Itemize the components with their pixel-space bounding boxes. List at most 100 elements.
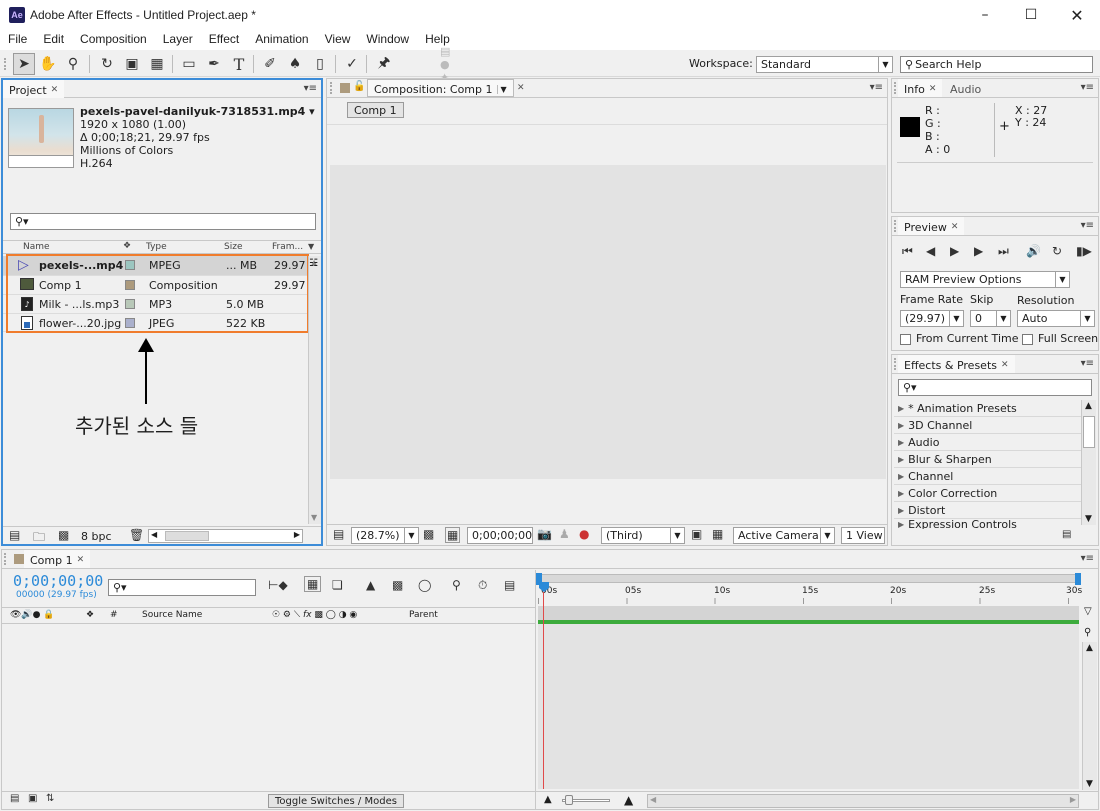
work-area-bar[interactable] xyxy=(536,573,1081,585)
column-size[interactable]: Size xyxy=(224,242,242,252)
close-icon[interactable]: ✕ xyxy=(929,84,937,94)
effects-scrollbar[interactable]: ▲ ▼ xyxy=(1081,400,1096,525)
tab-project[interactable]: Project ✕ xyxy=(3,80,65,98)
scroll-up-icon[interactable]: ▲ xyxy=(1086,643,1093,653)
close-icon[interactable]: ✕ xyxy=(77,555,85,565)
timeline-panel-icon[interactable]: ⚲ xyxy=(1084,627,1091,638)
panel-menu-icon[interactable]: ▾≡ xyxy=(870,82,883,93)
lock-icon[interactable]: 🔓 xyxy=(353,81,365,92)
menu-file[interactable]: File xyxy=(0,30,35,50)
layer-switches-pane-icon[interactable]: ▤ xyxy=(10,793,19,804)
snapshot-camera-icon[interactable]: 📷 xyxy=(537,527,552,541)
loop-icon[interactable]: ↻ xyxy=(1052,244,1062,258)
composition-mini-flowchart-icon[interactable]: ⊢◆ xyxy=(268,578,288,592)
scroll-down-icon[interactable]: ▼ xyxy=(311,513,317,522)
effect-category[interactable]: ▶ Color Correction xyxy=(894,485,1081,502)
column-number[interactable]: # xyxy=(110,610,118,620)
frame-rate-dropdown[interactable]: (29.97) ▼ xyxy=(900,310,964,327)
hide-shy-layers-icon[interactable]: ❏ xyxy=(332,578,343,592)
frame-blending-icon[interactable]: ▲ xyxy=(366,578,375,592)
transfer-controls-pane-icon[interactable]: ▣ xyxy=(28,793,37,804)
region-of-interest-icon[interactable]: ▣ xyxy=(691,527,702,541)
brainstorm-icon[interactable]: ◯ xyxy=(418,578,431,592)
transparency-grid-icon[interactable]: ▦ xyxy=(712,527,723,541)
close-icon[interactable]: ✕ xyxy=(951,222,959,232)
in-out-pane-icon[interactable]: ⇅ xyxy=(46,793,54,804)
search-help-field[interactable]: ⚲ Search Help xyxy=(900,56,1093,73)
flowchart-icon[interactable]: ☷ xyxy=(309,258,318,269)
scroll-left-icon[interactable]: ◀ xyxy=(151,530,157,539)
switches-icons[interactable]: ☉ ⚙ ⟍ fx ▩ ◯ ◑ ◉ xyxy=(272,610,357,620)
maximize-button[interactable]: ☐ xyxy=(1008,0,1054,30)
toolbar-grip-icon[interactable] xyxy=(4,58,10,70)
brush-tool-icon[interactable]: ✐ xyxy=(259,53,281,75)
stopwatch-icon[interactable]: ⏱ xyxy=(478,578,487,593)
previous-frame-icon[interactable]: ◀ xyxy=(926,244,935,258)
scroll-thumb[interactable] xyxy=(1083,416,1095,448)
timeline-track-area[interactable] xyxy=(538,624,1079,789)
tab-timeline-comp[interactable]: Comp 1 ✕ xyxy=(24,550,91,568)
expand-arrow-icon[interactable]: ▶ xyxy=(898,472,904,481)
effect-category[interactable]: ▶ Audio xyxy=(894,434,1081,451)
safe-zones-icon[interactable]: ▩ xyxy=(423,527,434,541)
draft-3d-icon[interactable]: ▦ xyxy=(304,576,322,592)
scroll-up-icon[interactable]: ▲ xyxy=(1085,401,1092,411)
camera-view-dropdown[interactable]: Active Camera ▼ xyxy=(733,527,835,544)
zoom-in-icon[interactable]: ▲ xyxy=(624,793,633,807)
zoom-tool-icon[interactable]: ⚲ xyxy=(62,53,84,75)
camera-tool-icon[interactable]: ▣ xyxy=(121,53,143,75)
column-frame-rate[interactable]: Fram... xyxy=(272,242,303,252)
new-folder-icon[interactable]: ▤ xyxy=(1062,529,1071,540)
close-icon[interactable]: ✕ xyxy=(51,85,59,95)
always-preview-icon[interactable]: ▤ xyxy=(333,527,344,541)
motion-blur-icon[interactable]: ▩ xyxy=(392,578,403,592)
zoom-out-icon[interactable]: ▲ xyxy=(544,794,552,805)
av-features-icons[interactable]: 👁🔊● 🔒 xyxy=(10,610,55,620)
preview-resolution-dropdown[interactable]: Auto ▼ xyxy=(1017,310,1095,327)
current-time-display[interactable]: 0;00;00;00 xyxy=(13,572,103,590)
timeline-vertical-scrollbar[interactable]: ▲ ▼ xyxy=(1082,642,1097,790)
expand-arrow-icon[interactable]: ▶ xyxy=(898,520,904,529)
toggle-mask-visibility-icon[interactable]: ▦ xyxy=(445,527,461,543)
selection-tool-icon[interactable]: ➤ xyxy=(13,53,35,75)
trash-icon[interactable]: 🗑 xyxy=(129,528,144,542)
expand-arrow-icon[interactable]: ▶ xyxy=(898,438,904,447)
first-frame-icon[interactable]: ⏮ xyxy=(902,244,913,259)
workspace-dropdown[interactable]: Standard ▼ xyxy=(756,56,893,73)
zoom-slider-thumb[interactable] xyxy=(565,795,573,805)
panel-menu-icon[interactable]: ▾≡ xyxy=(1081,358,1094,369)
expand-arrow-icon[interactable]: ▶ xyxy=(898,455,904,464)
current-time-field[interactable]: 0;00;00;00 xyxy=(467,527,533,544)
interpret-footage-icon[interactable]: ▤ xyxy=(9,528,20,542)
mute-audio-icon[interactable]: 🔊 xyxy=(1026,244,1041,258)
label-tag-icon[interactable]: ❖ xyxy=(123,241,131,251)
tab-preview[interactable]: Preview ✕ xyxy=(898,217,965,235)
menu-window[interactable]: Window xyxy=(358,30,417,50)
scroll-thumb[interactable] xyxy=(165,531,209,541)
panel-grip-icon[interactable] xyxy=(330,82,336,94)
scroll-down-icon[interactable]: ▼ xyxy=(1085,514,1092,524)
panel-grip-icon[interactable] xyxy=(4,553,10,565)
panel-menu-icon[interactable]: ▾≡ xyxy=(1081,553,1094,564)
column-source-name[interactable]: Source Name xyxy=(142,610,202,620)
tab-audio[interactable]: Audio xyxy=(944,79,987,97)
scroll-down-icon[interactable]: ▼ xyxy=(1086,779,1093,789)
skip-dropdown[interactable]: 0 ▼ xyxy=(970,310,1011,327)
column-parent[interactable]: Parent xyxy=(409,610,438,620)
effect-category[interactable]: ▶ * Animation Presets xyxy=(894,400,1081,417)
chevron-down-icon[interactable]: ▼ xyxy=(496,84,507,94)
tab-effects-presets[interactable]: Effects & Presets ✕ xyxy=(898,355,1015,373)
type-tool-icon[interactable]: T xyxy=(228,53,250,75)
pan-behind-tool-icon[interactable]: ▦ xyxy=(146,53,168,75)
layer-search-input[interactable]: ⚲▾ xyxy=(108,579,256,596)
expand-arrow-icon[interactable]: ▶ xyxy=(898,421,904,430)
project-scrollbar[interactable]: ▲ ▼ xyxy=(308,256,321,524)
horizontal-scrollbar[interactable]: ◀ ▶ xyxy=(148,529,303,543)
close-window-button[interactable]: ✕ xyxy=(1054,0,1100,30)
column-type[interactable]: Type xyxy=(146,242,167,252)
scroll-right-icon[interactable]: ▶ xyxy=(294,530,300,539)
next-frame-icon[interactable]: ▶ xyxy=(974,244,983,258)
panel-menu-icon[interactable]: ▾≡ xyxy=(1081,220,1094,231)
rectangle-tool-icon[interactable]: ▭ xyxy=(178,53,200,75)
full-screen-checkbox[interactable] xyxy=(1022,334,1033,345)
